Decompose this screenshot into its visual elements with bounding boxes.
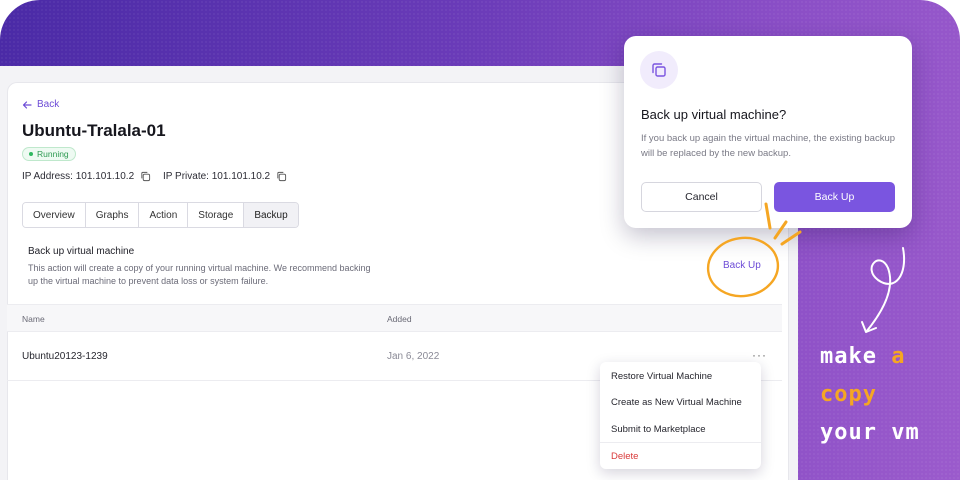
annotation-line-2: copy — [820, 382, 877, 407]
menu-item-submit-marketplace[interactable]: Submit to Marketplace — [611, 424, 706, 435]
confirm-backup-button[interactable]: Back Up — [774, 182, 895, 212]
backup-section-description: This action will create a copy of your r… — [28, 263, 371, 286]
status-label: Running — [37, 149, 69, 159]
modal-icon-circle — [640, 51, 678, 89]
annotation-word-make: make — [820, 344, 877, 369]
status-dot-icon — [29, 152, 33, 156]
menu-item-restore[interactable]: Restore Virtual Machine — [611, 371, 712, 382]
tab-backup[interactable]: Backup — [244, 203, 298, 227]
backup-confirm-modal: Back up virtual machine? If you back up … — [624, 36, 912, 228]
ip-private-row: IP Private: 101.101.10.2 — [163, 171, 287, 182]
tab-storage[interactable]: Storage — [188, 203, 245, 227]
menu-item-create-new[interactable]: Create as New Virtual Machine — [611, 397, 742, 408]
copy-icon[interactable] — [140, 171, 151, 182]
annotation-word-a: a — [891, 344, 906, 369]
copy-icon[interactable] — [276, 171, 287, 182]
ip-address-row: IP Address: 101.101.10.2 — [22, 171, 151, 182]
row-context-menu: Restore Virtual Machine Create as New Vi… — [600, 362, 761, 469]
menu-item-delete[interactable]: Delete — [611, 451, 638, 462]
cancel-button[interactable]: Cancel — [641, 182, 762, 212]
annotation-line-1: make a — [820, 344, 905, 369]
ip-private-value: 101.101.10.2 — [211, 171, 271, 182]
table-header: Name Added — [7, 304, 782, 332]
ip-address-label: IP Address: — [22, 171, 73, 182]
status-badge: Running — [22, 147, 76, 161]
back-up-link[interactable]: Back Up — [723, 260, 761, 271]
ip-private-label: IP Private: — [163, 171, 209, 182]
column-header-name: Name — [22, 314, 45, 324]
table-row-name: Ubuntu20123-1239 — [22, 351, 108, 362]
backup-section-title: Back up virtual machine — [28, 246, 135, 257]
column-header-added: Added — [387, 314, 412, 324]
tab-action[interactable]: Action — [139, 203, 189, 227]
modal-text: If you back up again the virtual machine… — [641, 133, 896, 159]
copy-icon — [652, 63, 666, 77]
tab-overview[interactable]: Overview — [23, 203, 86, 227]
back-link[interactable]: Back — [22, 99, 59, 110]
ip-address-value: 101.101.10.2 — [75, 171, 135, 182]
tab-graphs[interactable]: Graphs — [85, 203, 140, 227]
tab-bar: Overview Graphs Action Storage Backup — [22, 202, 299, 228]
back-label: Back — [37, 99, 60, 110]
annotation-line-3: your vm — [820, 420, 920, 445]
page-title: Ubuntu-Tralala-01 — [22, 121, 166, 140]
arrow-left-icon — [22, 100, 32, 109]
more-options-icon[interactable]: ··· — [752, 348, 767, 362]
menu-divider — [600, 442, 761, 443]
table-row-added: Jan 6, 2022 — [387, 351, 440, 362]
modal-title: Back up virtual machine? — [641, 107, 787, 122]
